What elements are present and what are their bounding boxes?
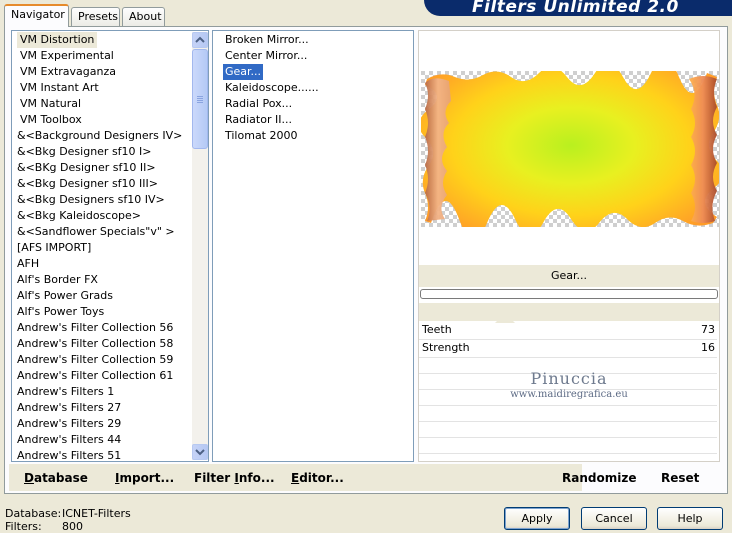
tab-about[interactable]: About — [122, 7, 165, 26]
filter-item[interactable]: Gear... — [223, 64, 264, 80]
param-row-empty — [419, 421, 717, 438]
preview-gear-image — [418, 58, 724, 240]
chevron-down-icon — [195, 449, 205, 456]
param-name: Teeth — [422, 323, 452, 336]
filters-count: 800 — [62, 520, 83, 533]
filter-item[interactable]: Tilomat 2000 — [223, 128, 299, 144]
filter-info-button[interactable]: Filter Info... — [194, 464, 275, 492]
filter-item[interactable]: Radiator II... — [223, 112, 294, 128]
editor-button[interactable]: Editor... — [291, 464, 344, 492]
category-item[interactable]: Alf's Power Toys — [14, 304, 107, 320]
cancel-button[interactable]: Cancel — [581, 507, 647, 530]
category-item[interactable]: VM Natural — [17, 96, 84, 112]
category-item[interactable]: Andrew's Filters 51 — [14, 448, 124, 461]
scroll-down-button[interactable] — [192, 444, 208, 460]
category-item[interactable]: &<Sandflower Specials"v" > — [14, 224, 178, 240]
category-item[interactable]: Alf's Power Grads — [14, 288, 116, 304]
import-button[interactable]: Import... — [115, 464, 174, 492]
param-value[interactable]: 16 — [701, 339, 715, 357]
help-button[interactable]: Help — [657, 507, 723, 530]
filter-item[interactable]: Radial Pox... — [223, 96, 294, 112]
category-item[interactable]: Alf's Border FX — [14, 272, 101, 288]
category-item[interactable]: VM Extravaganza — [17, 64, 119, 80]
filter-item[interactable]: Broken Mirror... — [223, 32, 311, 48]
scroll-thumb[interactable] — [192, 49, 208, 149]
slider-marker-icon[interactable] — [495, 313, 515, 323]
apply-button[interactable]: Apply — [504, 507, 570, 530]
watermark-url: www.maidiregrafica.eu — [510, 389, 628, 400]
param-row-strength[interactable]: Strength 16 — [419, 339, 717, 358]
category-item[interactable]: &<Bkg Designer sf10 III> — [14, 176, 161, 192]
category-item[interactable]: Andrew's Filter Collection 56 — [14, 320, 176, 336]
category-item[interactable]: [AFS IMPORT] — [14, 240, 94, 256]
selected-filter-label: Gear... — [419, 265, 719, 287]
database-button[interactable]: Database — [24, 464, 88, 492]
category-item[interactable]: Andrew's Filters 29 — [14, 416, 124, 432]
category-list[interactable]: VM Distortion VM Experimental VM Extravaga… — [11, 30, 209, 462]
preview-image — [418, 58, 724, 240]
category-item[interactable]: AFH — [14, 256, 42, 272]
title-banner: Filters Unlimited 2.0 — [424, 0, 732, 17]
category-item[interactable]: Andrew's Filters 27 — [14, 400, 124, 416]
category-item[interactable]: Andrew's Filter Collection 58 — [14, 336, 176, 352]
scroll-up-button[interactable] — [192, 32, 208, 48]
category-item[interactable]: &<Bkg Kaleidoscope> — [14, 208, 144, 224]
database-label: Database: — [5, 507, 62, 520]
watermark-title: Pinuccia — [530, 369, 608, 388]
preview-panel: Gear... Teeth 73 Strength 16 Pinuccia ww… — [418, 30, 724, 462]
reset-button[interactable]: Reset — [661, 464, 699, 492]
category-item[interactable]: Andrew's Filters 44 — [14, 432, 124, 448]
tab-navigator[interactable]: Navigator — [4, 4, 69, 27]
filter-list[interactable]: Broken Mirror... Center Mirror... Gear... K… — [212, 30, 414, 462]
category-item[interactable]: VM Distortion — [17, 32, 98, 48]
param-row-empty — [419, 405, 717, 422]
database-value: ICNET-Filters — [62, 507, 131, 520]
tab-presets[interactable]: Presets — [71, 7, 120, 26]
category-item[interactable]: &<Bkg Designer sf10 I> — [14, 144, 155, 160]
filters-label: Filters: — [5, 520, 42, 533]
param-value[interactable]: 73 — [701, 321, 715, 339]
banner-title: Filters Unlimited 2.0 — [472, 0, 679, 17]
filter-item[interactable]: Center Mirror... — [223, 48, 309, 64]
progress-bar — [420, 289, 718, 299]
category-item[interactable]: &<BKg Designer sf10 II> — [14, 160, 159, 176]
param-name: Strength — [422, 341, 470, 354]
param-header — [419, 303, 719, 321]
param-row-empty — [419, 437, 717, 454]
category-scrollbar[interactable] — [192, 32, 208, 460]
param-row-teeth[interactable]: Teeth 73 — [419, 313, 717, 340]
randomize-button[interactable]: Randomize — [562, 464, 636, 492]
category-item[interactable]: VM Experimental — [17, 48, 117, 64]
category-item[interactable]: Andrew's Filters 1 — [14, 384, 117, 400]
filter-item[interactable]: Kaleidoscope...... — [223, 80, 321, 96]
category-item[interactable]: &<Bkg Designers sf10 IV> — [14, 192, 168, 208]
category-item[interactable]: &<Background Designers IV> — [14, 128, 185, 144]
category-item[interactable]: VM Toolbox — [17, 112, 85, 128]
category-item[interactable]: Andrew's Filter Collection 59 — [14, 352, 176, 368]
chevron-up-icon — [195, 36, 205, 43]
category-item[interactable]: VM Instant Art — [17, 80, 102, 96]
category-item[interactable]: Andrew's Filter Collection 61 — [14, 368, 176, 384]
